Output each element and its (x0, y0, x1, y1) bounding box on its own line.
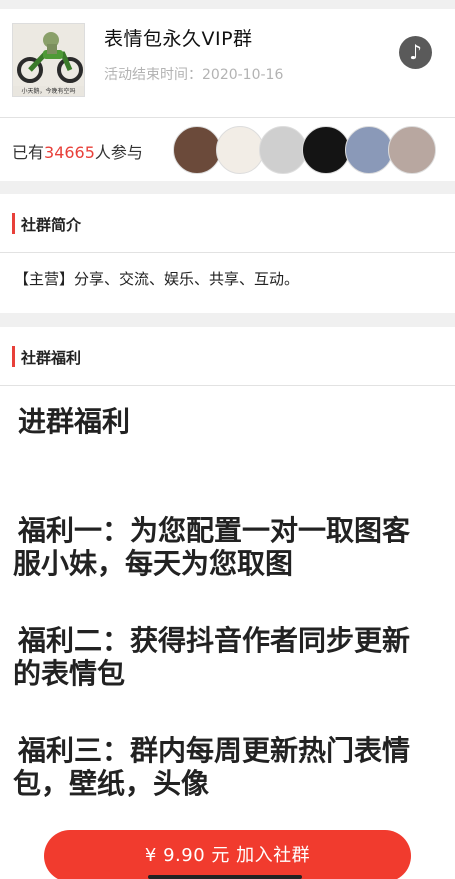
member-avatar (388, 126, 436, 174)
participants-suffix: 人参与 (94, 143, 143, 162)
benefits-content: 进群福利 福利一：为您配置一对一取图客 服小妹，每天为您取图 福利二：获得抖音作… (13, 405, 445, 800)
avatar-caption: 小天鹅，今晚有空吗 (21, 88, 76, 95)
motorcycle-frog-image (13, 24, 84, 86)
intro-section-header: 社群简介 (0, 194, 455, 252)
intro-heading: 社群简介 (21, 216, 82, 234)
intro-text: 【主营】分享、交流、娱乐、共享、互动。 (14, 270, 300, 288)
benefit-2-line-2: 的表情包 (13, 657, 126, 690)
member-avatar (259, 126, 307, 174)
member-avatar (302, 126, 350, 174)
benefit-1-line-1: 福利一：为您配置一对一取图客 (18, 514, 411, 547)
section-gap (0, 181, 455, 194)
member-avatar (216, 126, 264, 174)
benefit-3-line-2: 包，壁纸，头像 (13, 767, 210, 800)
top-spacer (0, 0, 455, 9)
end-time-label: 活动结束时间： (104, 67, 202, 83)
divider (0, 252, 455, 253)
benefit-3-line-1: 福利三：群内每周更新热门表情 (18, 734, 411, 767)
divider (0, 117, 455, 118)
benefits-section-header: 社群福利 (0, 327, 455, 385)
accent-bar (12, 346, 15, 367)
home-indicator[interactable] (148, 875, 302, 879)
benefits-title: 进群福利 (13, 405, 445, 438)
divider (0, 385, 455, 386)
participants-prefix: 已有 (12, 143, 45, 162)
member-avatar (173, 126, 221, 174)
group-title: 表情包永久VIP群 (104, 28, 253, 50)
group-info-card: 小天鹅，今晚有空吗 表情包永久VIP群 活动结束时间：2020-10-16 ♪ (0, 9, 455, 117)
benefit-1-line-2: 服小妹，每天为您取图 (13, 547, 294, 580)
participants-text: 已有34665人参与 (12, 139, 143, 163)
benefits-heading: 社群福利 (21, 349, 82, 367)
activity-end-time: 活动结束时间：2020-10-16 (104, 64, 283, 84)
accent-bar (12, 213, 15, 234)
benefit-item-1: 福利一：为您配置一对一取图客 服小妹，每天为您取图 (13, 514, 445, 580)
benefit-2-line-1: 福利二：获得抖音作者同步更新 (18, 624, 411, 657)
join-group-button[interactable]: ¥ 9.90 元 加入社群 (44, 830, 411, 879)
group-avatar[interactable]: 小天鹅，今晚有空吗 (12, 23, 85, 97)
benefit-item-3: 福利三：群内每周更新热门表情 包，壁纸，头像 (13, 734, 445, 800)
section-gap (0, 313, 455, 327)
end-time-value: 2020-10-16 (202, 67, 284, 83)
participants-row: 已有34665人参与 (0, 119, 455, 181)
benefit-item-2: 福利二：获得抖音作者同步更新 的表情包 (13, 624, 445, 690)
benefits-title-text: 进群福利 (18, 405, 131, 438)
member-avatar (345, 126, 393, 174)
participants-count: 34665 (44, 143, 95, 162)
music-note-icon[interactable]: ♪ (399, 36, 432, 69)
